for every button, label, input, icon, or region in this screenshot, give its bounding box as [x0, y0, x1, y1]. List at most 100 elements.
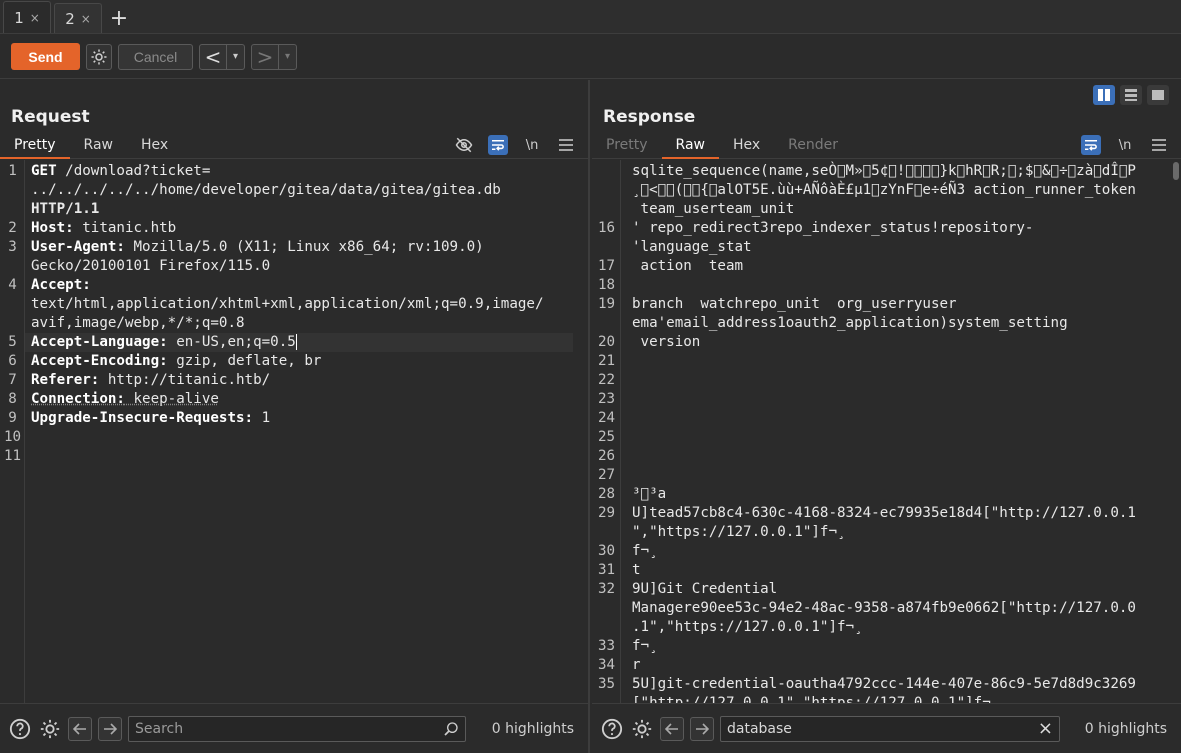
toolbar: Send Cancel < ▾ > ▾	[0, 35, 1181, 79]
line-number: 1	[8, 163, 17, 179]
search-input[interactable]	[135, 720, 443, 737]
wrap-lines-icon[interactable]	[488, 135, 508, 155]
response-text: team_userteam_unit	[632, 201, 795, 217]
tab-pretty[interactable]: Pretty	[0, 133, 70, 159]
header-key: User-Agent:	[31, 239, 125, 255]
cancel-button[interactable]: Cancel	[118, 43, 193, 70]
response-editor[interactable]: sqlite_sequence(name,seÒ M» 5¢ !    }k h…	[592, 160, 1181, 703]
tab-2[interactable]: 2 ×	[54, 3, 102, 33]
hide-icon[interactable]	[454, 135, 474, 155]
line-number: 33	[597, 638, 616, 654]
tab-1[interactable]: 1 ×	[3, 1, 51, 33]
text-cursor	[295, 334, 297, 350]
header-key: Accept-Language:	[31, 334, 168, 350]
code-line: 32 9U]Git Credential	[592, 580, 1181, 599]
response-search-field[interactable]: ×	[720, 715, 1060, 742]
response-text: U]tead57cb8c4-630c-4168-8324-ec79935e18d…	[632, 505, 1136, 521]
help-icon[interactable]	[600, 717, 624, 741]
request-editor[interactable]: 1 GET /download?ticket= ../../../../../h…	[0, 160, 588, 703]
line-number	[592, 599, 621, 618]
close-icon[interactable]: ×	[30, 11, 40, 25]
tab-pretty[interactable]: Pretty	[592, 133, 662, 159]
search-input[interactable]	[727, 720, 1038, 737]
code-line: ","https://127.0.0.1"]f¬¸	[592, 523, 1181, 542]
back-arrow-icon[interactable]: <	[200, 45, 226, 69]
code-line: 17 action team	[592, 257, 1181, 276]
header-value: gzip, deflate, br	[167, 353, 322, 369]
header-key: Referer:	[31, 372, 100, 388]
line-number: 35	[597, 676, 616, 692]
chevron-down-icon[interactable]: ▾	[226, 44, 244, 69]
code-line: Gecko/20100101 Firefox/115.0	[0, 257, 588, 276]
menu-icon[interactable]	[556, 135, 576, 155]
chevron-down-icon[interactable]: ▾	[278, 44, 296, 69]
line-number: 20	[597, 334, 616, 350]
settings-button[interactable]	[86, 43, 112, 70]
request-search-field[interactable]	[128, 715, 466, 742]
header-value: Gecko/20100101 Firefox/115.0	[31, 258, 271, 274]
layout-toggle	[1093, 85, 1169, 105]
response-text: r	[632, 657, 641, 673]
line-number: 25	[597, 429, 616, 445]
code-line: 19 branch watchrepo_unit org_userryuser	[592, 295, 1181, 314]
menu-icon[interactable]	[1149, 135, 1169, 155]
tab-hex[interactable]: Hex	[127, 133, 182, 159]
next-match-button[interactable]	[690, 716, 714, 741]
code-line: 25	[592, 428, 1181, 447]
gear-icon[interactable]	[38, 717, 62, 741]
header-key: Connection:	[31, 391, 125, 407]
split-columns-icon[interactable]	[1093, 85, 1115, 105]
tab-render[interactable]: Render	[774, 133, 852, 159]
line-number: 27	[597, 467, 616, 483]
line-number: 11	[3, 448, 22, 464]
line-number: 8	[8, 391, 17, 407]
response-view-tabs: Pretty Raw Hex Render \n	[592, 133, 1181, 159]
line-number	[592, 200, 621, 219]
request-view-icons: \n	[454, 135, 576, 155]
close-icon[interactable]: ×	[81, 12, 91, 26]
next-match-button[interactable]	[98, 716, 122, 741]
response-text: Managere90ee53c-94e2-48ac-9358-a874fb9e0…	[632, 600, 1136, 616]
line-number	[592, 181, 621, 200]
newline-toggle[interactable]: \n	[522, 135, 542, 155]
previous-match-button[interactable]	[68, 716, 92, 741]
line-number	[592, 162, 621, 181]
code-line: team_userteam_unit	[592, 200, 1181, 219]
line-number	[0, 257, 25, 276]
response-lines: sqlite_sequence(name,seÒ M» 5¢ !    }k h…	[592, 162, 1181, 703]
code-line: 26	[592, 447, 1181, 466]
previous-match-button[interactable]	[660, 716, 684, 741]
add-tab-button[interactable]: +	[102, 3, 136, 33]
param-value: ../../../../../home/developer/gitea/data…	[31, 182, 501, 198]
clear-icon[interactable]: ×	[1038, 718, 1053, 739]
newline-toggle[interactable]: \n	[1115, 135, 1135, 155]
help-icon[interactable]	[8, 717, 32, 741]
code-line: 28 ³ ³a	[592, 485, 1181, 504]
response-text: version	[632, 334, 701, 350]
tab-hex[interactable]: Hex	[719, 133, 774, 159]
forward-arrow-icon[interactable]: >	[252, 45, 278, 69]
code-line: text/html,application/xhtml+xml,applicat…	[0, 295, 588, 314]
tab-raw[interactable]: Raw	[661, 133, 719, 159]
code-line: 35 5U]git-credential-oautha4792ccc-144e-4…	[592, 675, 1181, 694]
response-text: ema'email_address1oauth2_application)sys…	[632, 315, 1068, 331]
response-text: f¬¸	[632, 543, 658, 559]
response-panel: Response Pretty Raw Hex Render \n sqlite…	[592, 80, 1181, 753]
request-view-tabs: Pretty Raw Hex \n	[0, 133, 588, 159]
split-rows-icon[interactable]	[1120, 85, 1142, 105]
code-line: 16 ' repo_redirect3repo_indexer_status!re…	[592, 219, 1181, 238]
header-key: Host:	[31, 220, 74, 236]
code-line: 9 Upgrade-Insecure-Requests: 1	[0, 409, 588, 428]
gear-icon[interactable]	[630, 717, 654, 741]
line-number	[592, 314, 621, 333]
code-line: ¸ <  (  { alOT5E.ùù+AÑôàÈ£µ1 zYnF e÷éÑ3 …	[592, 181, 1181, 200]
code-line: 22	[592, 371, 1181, 390]
tab-raw[interactable]: Raw	[70, 133, 127, 159]
send-button[interactable]: Send	[11, 43, 80, 70]
line-number: 7	[8, 372, 17, 388]
response-text	[621, 466, 632, 485]
single-pane-icon[interactable]	[1147, 85, 1169, 105]
wrap-lines-icon[interactable]	[1081, 135, 1101, 155]
header-key: Upgrade-Insecure-Requests:	[31, 410, 254, 426]
query-param: ticket	[150, 163, 202, 179]
